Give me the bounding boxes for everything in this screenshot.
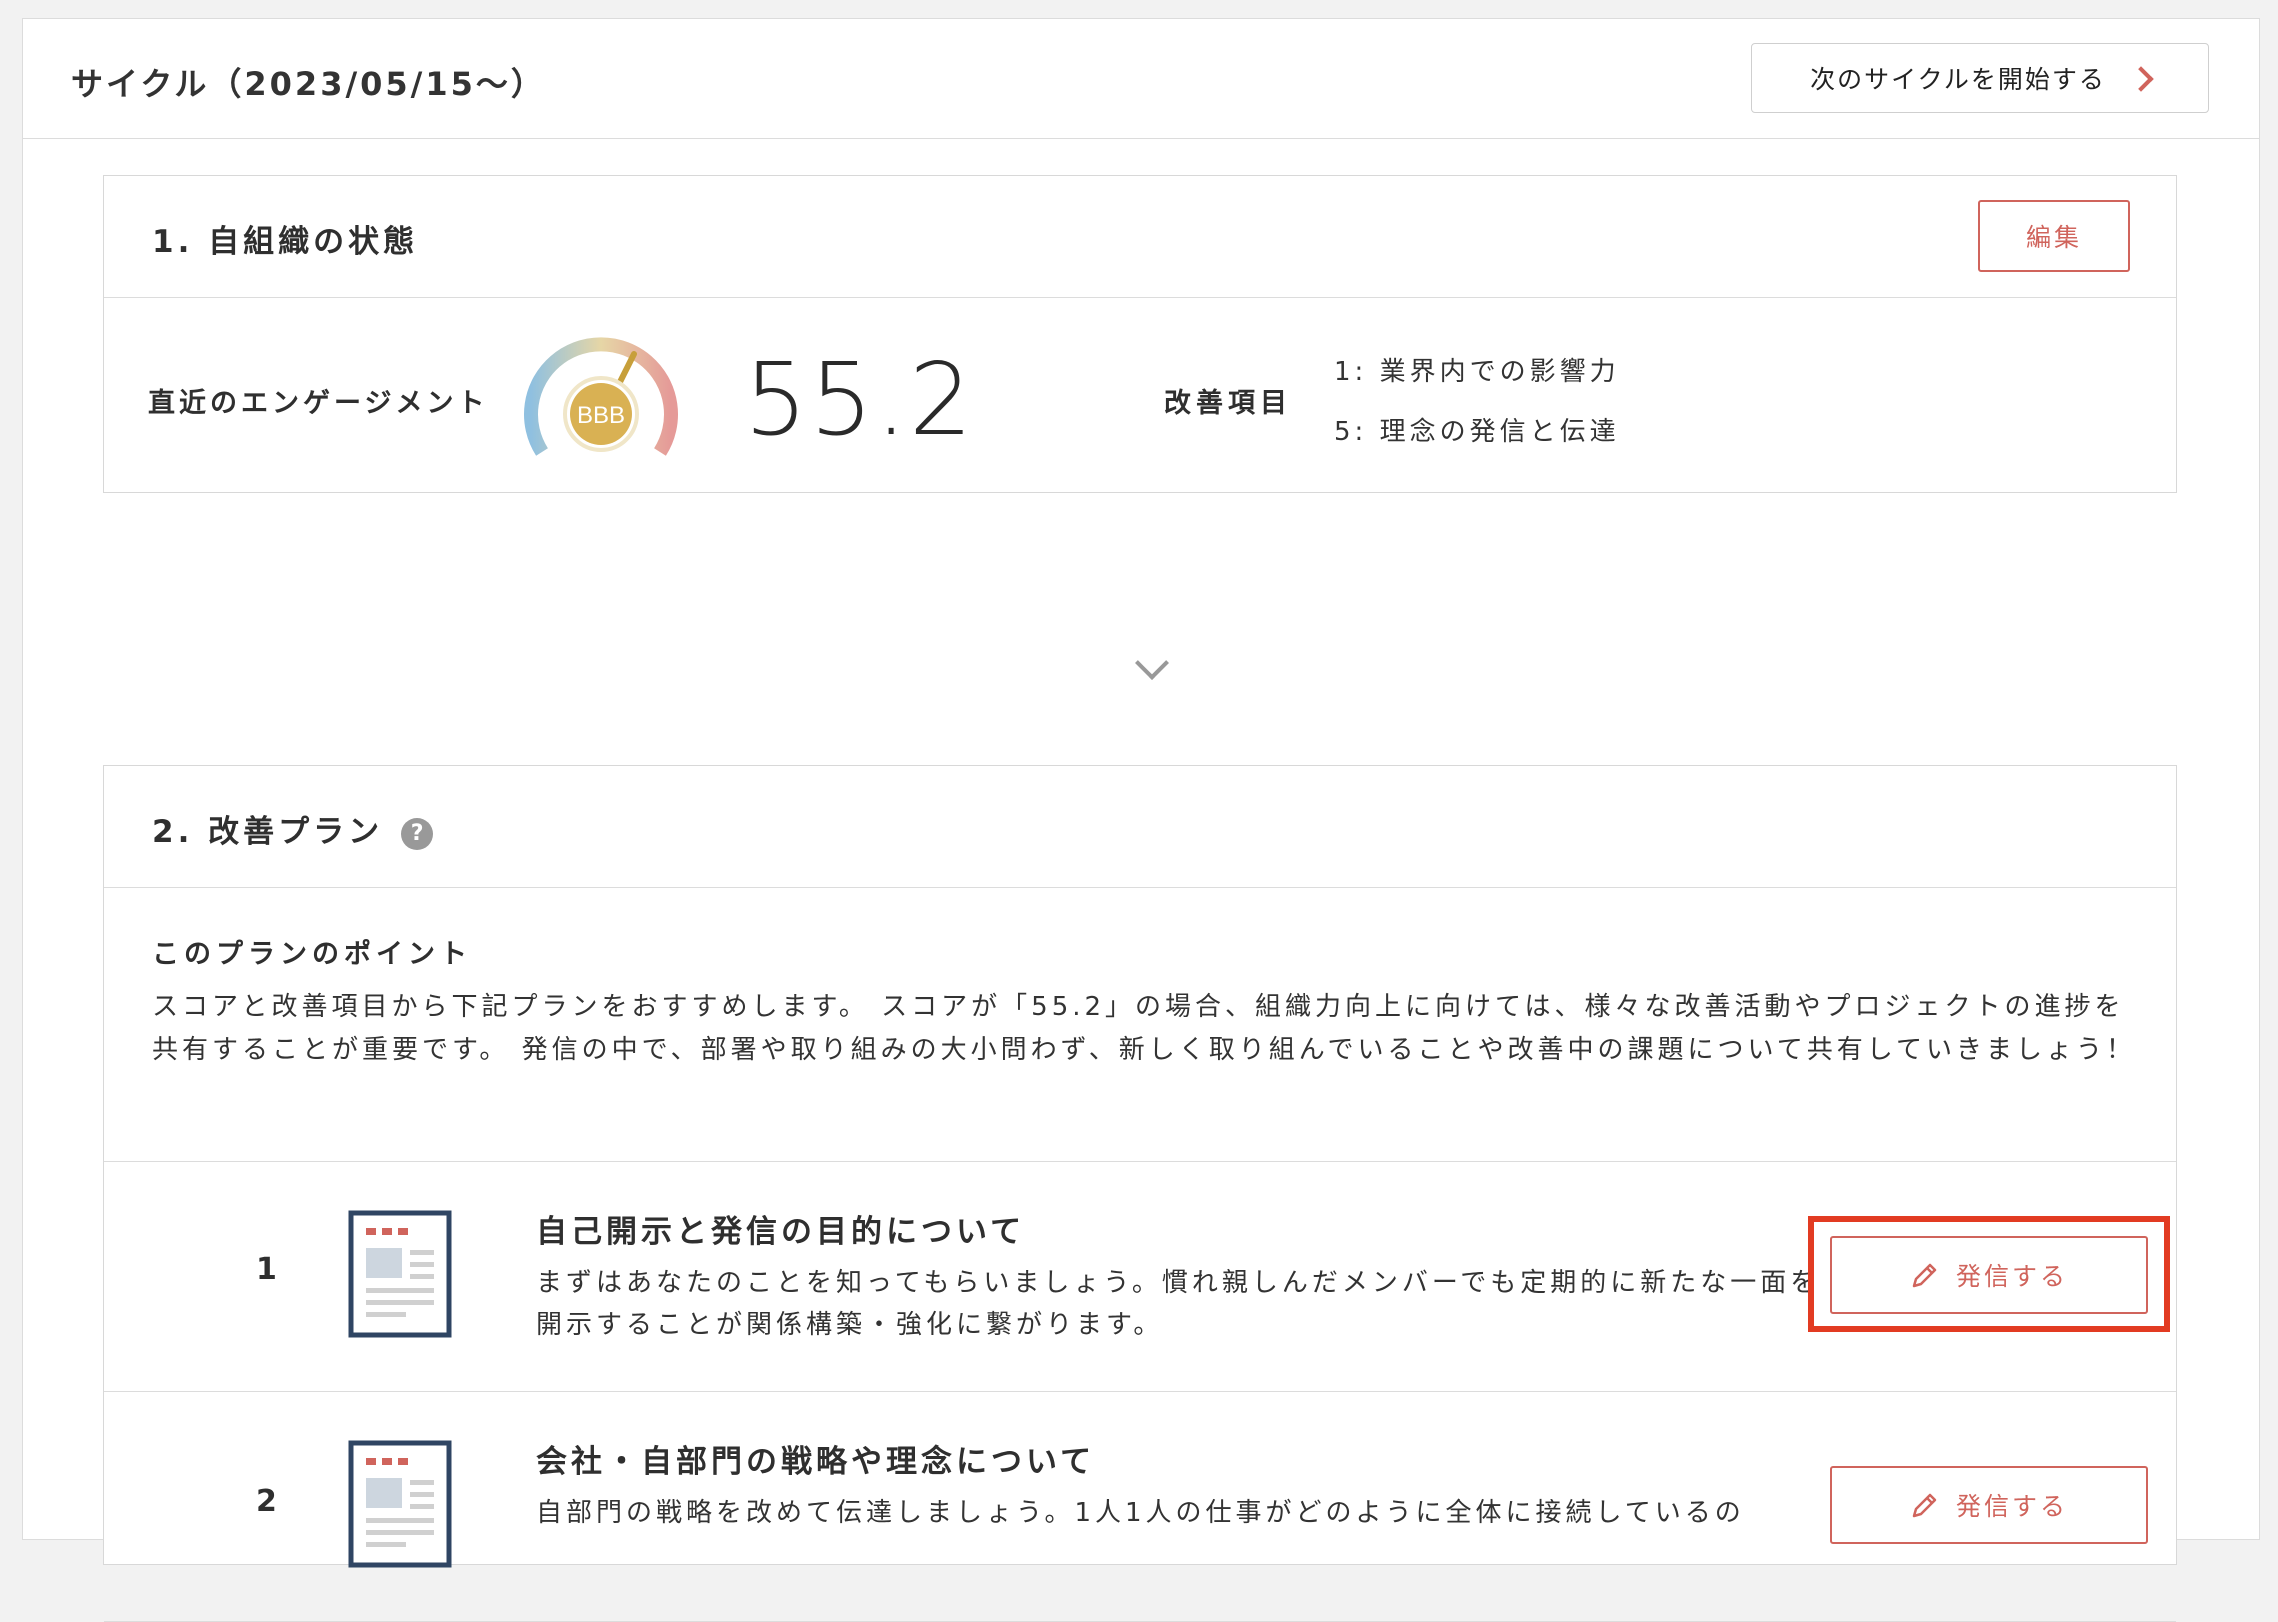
section-header: 1. 自組織の状態 編集 [104,176,2176,298]
organization-status-section: 1. 自組織の状態 編集 直近のエンゲージメント BBB 55.2 改善項目 1… [103,175,2177,493]
plan-number: 2 [256,1484,277,1519]
section-title: 2. 改善プラン? [152,806,434,851]
post-button-label: 発信する [1955,1492,2068,1521]
cycle-card: サイクル（2023/05/15〜） 次のサイクルを開始する 1. 自組織の状態 … [22,18,2260,1622]
engagement-label: 直近のエンゲージメント [148,388,489,419]
pencil-icon [1912,1263,1937,1288]
plan-point-box: このプランのポイント スコアと改善項目から下記プランをおすすめします。 スコアが… [104,888,2176,1162]
pencil-icon [1912,1493,1937,1518]
cycle-title: サイクル（2023/05/15〜） [71,65,546,103]
plan-point-text: スコアと改善項目から下記プランをおすすめします。 スコアが「55.2」の場合、組… [152,992,2136,1065]
improvement-item: 1: 業界内での影響力 [1334,357,1620,387]
cycle-header: サイクル（2023/05/15〜） 次のサイクルを開始する [23,19,2259,139]
plan-description: まずはあなたのことを知ってもらいましょう。慣れ親しんだメンバーでも定期的に新たな… [536,1268,1821,1340]
gauge-icon: BBB [524,337,678,456]
section-title: 1. 自組織の状態 [152,224,419,260]
edit-button[interactable]: 編集 [1978,200,2130,272]
section-header: 2. 改善プラン? [104,766,2176,888]
plan-row: 2 会社・自部門の戦略や理念について 自部門の戦略を改めて伝達しましょう。1人1… [104,1392,2176,1622]
plan-number: 1 [256,1252,277,1287]
plan-title: 会社・自部門の戦略や理念について [536,1444,1096,1480]
document-icon [348,1210,452,1338]
plan-title: 自己開示と発信の目的について [536,1214,1026,1250]
start-next-cycle-label: 次のサイクルを開始する [1810,65,2106,94]
start-next-cycle-button[interactable]: 次のサイクルを開始する [1751,43,2209,113]
plan-row: 1 自己開示と発信の目的について まずはあなたのことを知ってもらいましょう。慣れ… [104,1162,2176,1392]
improvement-plan-section: 2. 改善プラン? このプランのポイント スコアと改善項目から下記プランをおすす… [103,765,2177,1622]
plan-point-title: このプランのポイント [152,939,472,970]
improvement-label: 改善項目 [1164,388,1292,419]
post-button-label: 発信する [1955,1262,2068,1291]
improvement-item: 5: 理念の発信と伝達 [1334,417,1620,447]
chevron-right-icon [2128,66,2154,92]
chevron-down-icon[interactable] [1135,646,1169,680]
engagement-score: 55.2 [744,341,975,458]
post-button[interactable]: 発信する [1830,1466,2148,1544]
post-button[interactable]: 発信する [1830,1236,2148,1314]
plan-description: 自部門の戦略を改めて伝達しましょう。1人1人の仕事がどのように全体に接続している… [536,1498,1745,1528]
help-icon[interactable]: ? [401,817,434,850]
rating-badge: BBB [577,402,625,429]
document-icon [348,1440,452,1568]
section-title-text: 2. 改善プラン [152,814,384,850]
